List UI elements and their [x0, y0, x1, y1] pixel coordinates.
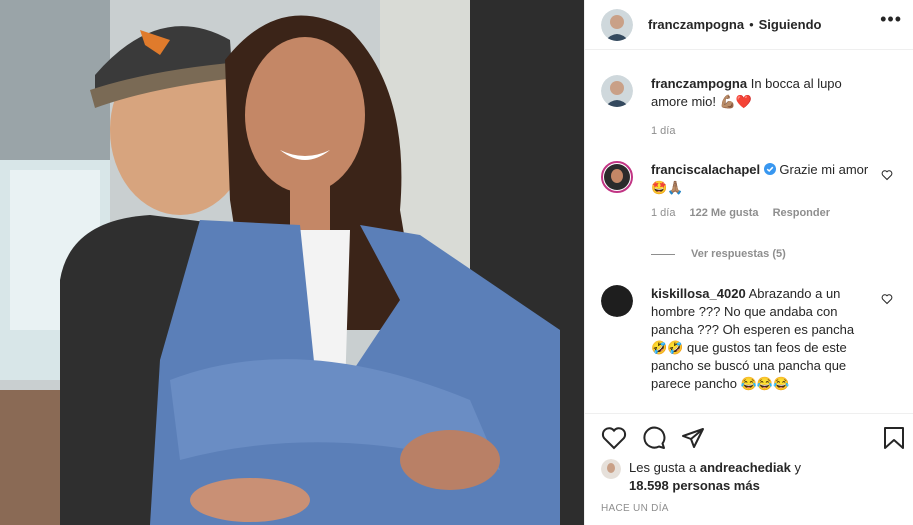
comment-meta: 1 día	[651, 125, 901, 137]
heart-icon[interactable]	[601, 426, 627, 450]
likes-conjunction: y	[794, 460, 802, 475]
comment-username[interactable]: kiskillosa_4020	[651, 286, 746, 301]
comment-text: kiskillosa_4020 Abrazando a un hombre ??…	[651, 285, 871, 393]
likes-summary: Les gusta a andreachediak y 18.598 perso…	[601, 459, 901, 495]
following-button[interactable]: Siguiendo	[759, 17, 822, 32]
liker-username[interactable]: andreachediak	[700, 460, 791, 475]
share-icon[interactable]	[681, 426, 705, 450]
caption-comment: franczampogna In bocca al lupo amore mio…	[601, 75, 901, 137]
author-username[interactable]: franczampogna	[648, 17, 744, 32]
replies-divider	[651, 253, 675, 255]
verified-icon	[763, 163, 776, 175]
comment-time[interactable]: 1 día	[651, 207, 675, 219]
like-comment-heart-icon[interactable]	[881, 293, 893, 305]
likes-count[interactable]: 18.598 personas más	[629, 478, 760, 493]
comment-meta: 1 día 122 Me gusta Responder	[651, 207, 901, 219]
post-photo[interactable]	[0, 0, 584, 525]
comment-username[interactable]: franciscalachapel	[651, 162, 760, 177]
comment-item: kiskillosa_4020 Abrazando a un hombre ??…	[601, 285, 901, 393]
view-replies-label[interactable]: Ver respuestas (5)	[691, 248, 786, 260]
separator-dot: •	[749, 17, 754, 32]
comment-time[interactable]: 1 día	[651, 125, 675, 137]
post-header: franczampogna • Siguiendo •••	[585, 0, 913, 50]
commenter-avatar[interactable]	[601, 285, 633, 317]
comments-list: franczampogna In bocca al lupo amore mio…	[585, 51, 913, 413]
author-avatar[interactable]	[601, 8, 633, 41]
view-replies-button[interactable]: Ver respuestas (5)	[651, 248, 786, 260]
like-comment-heart-icon[interactable]	[881, 169, 893, 181]
commenter-avatar[interactable]	[601, 161, 633, 193]
post-timestamp[interactable]: HACE UN DÍA	[601, 503, 669, 514]
post-details-panel: franczampogna • Siguiendo ••• franczampo…	[584, 0, 913, 525]
comment-username[interactable]: franczampogna	[651, 76, 747, 91]
more-options-icon[interactable]: •••	[880, 10, 902, 28]
comment-likes-count[interactable]: 122 Me gusta	[689, 207, 758, 219]
comment-text: franczampogna In bocca al lupo amore mio…	[651, 75, 871, 111]
comment-body: Abrazando a un hombre ??? No que andaba …	[651, 286, 855, 391]
post-actions-bar	[585, 413, 913, 463]
comment-icon[interactable]	[642, 426, 666, 450]
likes-text: Les gusta a andreachediak y 18.598 perso…	[629, 459, 801, 495]
post-photo-illustration	[0, 0, 584, 525]
comment-text: franciscalachapel Grazie mi amor 🤩🙏🏽	[651, 161, 871, 197]
reply-button[interactable]: Responder	[773, 207, 830, 219]
bookmark-icon[interactable]	[883, 426, 905, 450]
likes-prefix: Les gusta a	[629, 460, 697, 475]
commenter-avatar[interactable]	[601, 75, 633, 107]
comment-item: franciscalachapel Grazie mi amor 🤩🙏🏽 1 d…	[601, 161, 901, 219]
liker-avatar[interactable]	[601, 459, 621, 479]
